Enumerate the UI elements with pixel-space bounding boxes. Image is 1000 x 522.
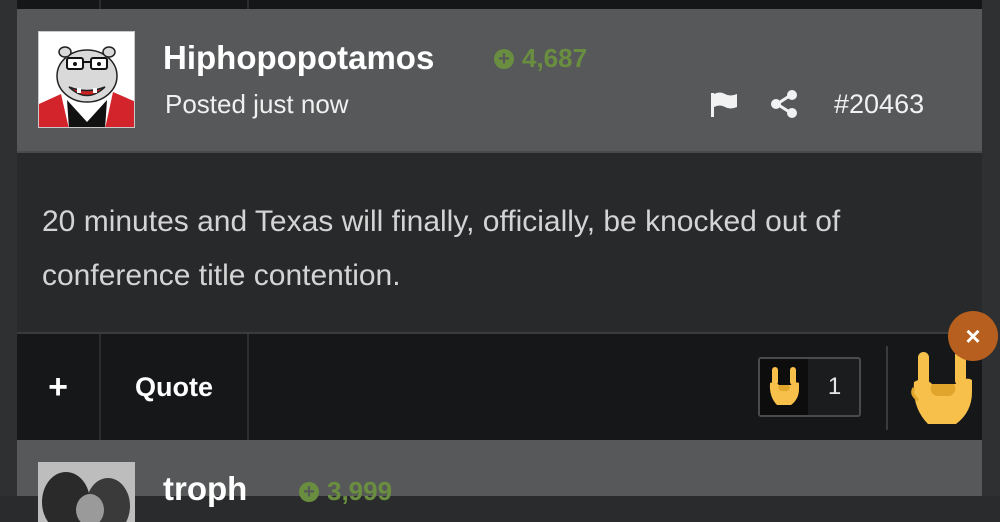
divider (247, 0, 249, 9)
post-text: 20 minutes and Texas will finally, offic… (42, 205, 841, 292)
user-avatar[interactable] (38, 31, 135, 128)
reaction-emoji-cell (760, 359, 808, 415)
post-header: Hiphopopotamos + 4,687 Posted just now #… (17, 9, 982, 153)
share-icon[interactable] (769, 89, 799, 119)
posted-time: Posted just now (165, 89, 349, 119)
previous-post-action-bar (17, 0, 982, 9)
post-action-bar: + Quote 1 (17, 332, 982, 440)
photo-avatar-icon (38, 462, 135, 522)
reputation-badge: + 3,999 (299, 476, 392, 507)
quote-button[interactable]: Quote (101, 334, 247, 440)
plus-circle-icon: + (494, 48, 514, 69)
divider (247, 334, 249, 440)
reaction-summary-button[interactable]: 1 (758, 357, 861, 417)
multiquote-plus-button[interactable]: + (17, 334, 99, 440)
reaction-count: 1 (827, 373, 842, 400)
username[interactable]: troph (163, 470, 247, 508)
left-edge (0, 0, 17, 496)
plus-circle-icon: + (299, 481, 319, 502)
post-number-link[interactable]: #20463 (834, 89, 924, 120)
post-body: 20 minutes and Texas will finally, offic… (17, 153, 982, 330)
rock-on-hand-icon (769, 367, 799, 405)
right-edge (982, 0, 1000, 496)
reputation-count: 3,999 (327, 476, 393, 506)
user-avatar[interactable] (38, 462, 135, 522)
close-button[interactable]: × (948, 311, 998, 361)
reputation-count: 4,687 (522, 43, 588, 73)
hippo-avatar-icon (39, 32, 134, 127)
divider (886, 346, 888, 430)
username[interactable]: Hiphopopotamos (163, 39, 434, 77)
divider (99, 0, 101, 9)
next-post-header: troph + 3,999 (17, 440, 982, 522)
reputation-badge: + 4,687 (494, 43, 587, 74)
flag-icon[interactable] (709, 91, 739, 119)
